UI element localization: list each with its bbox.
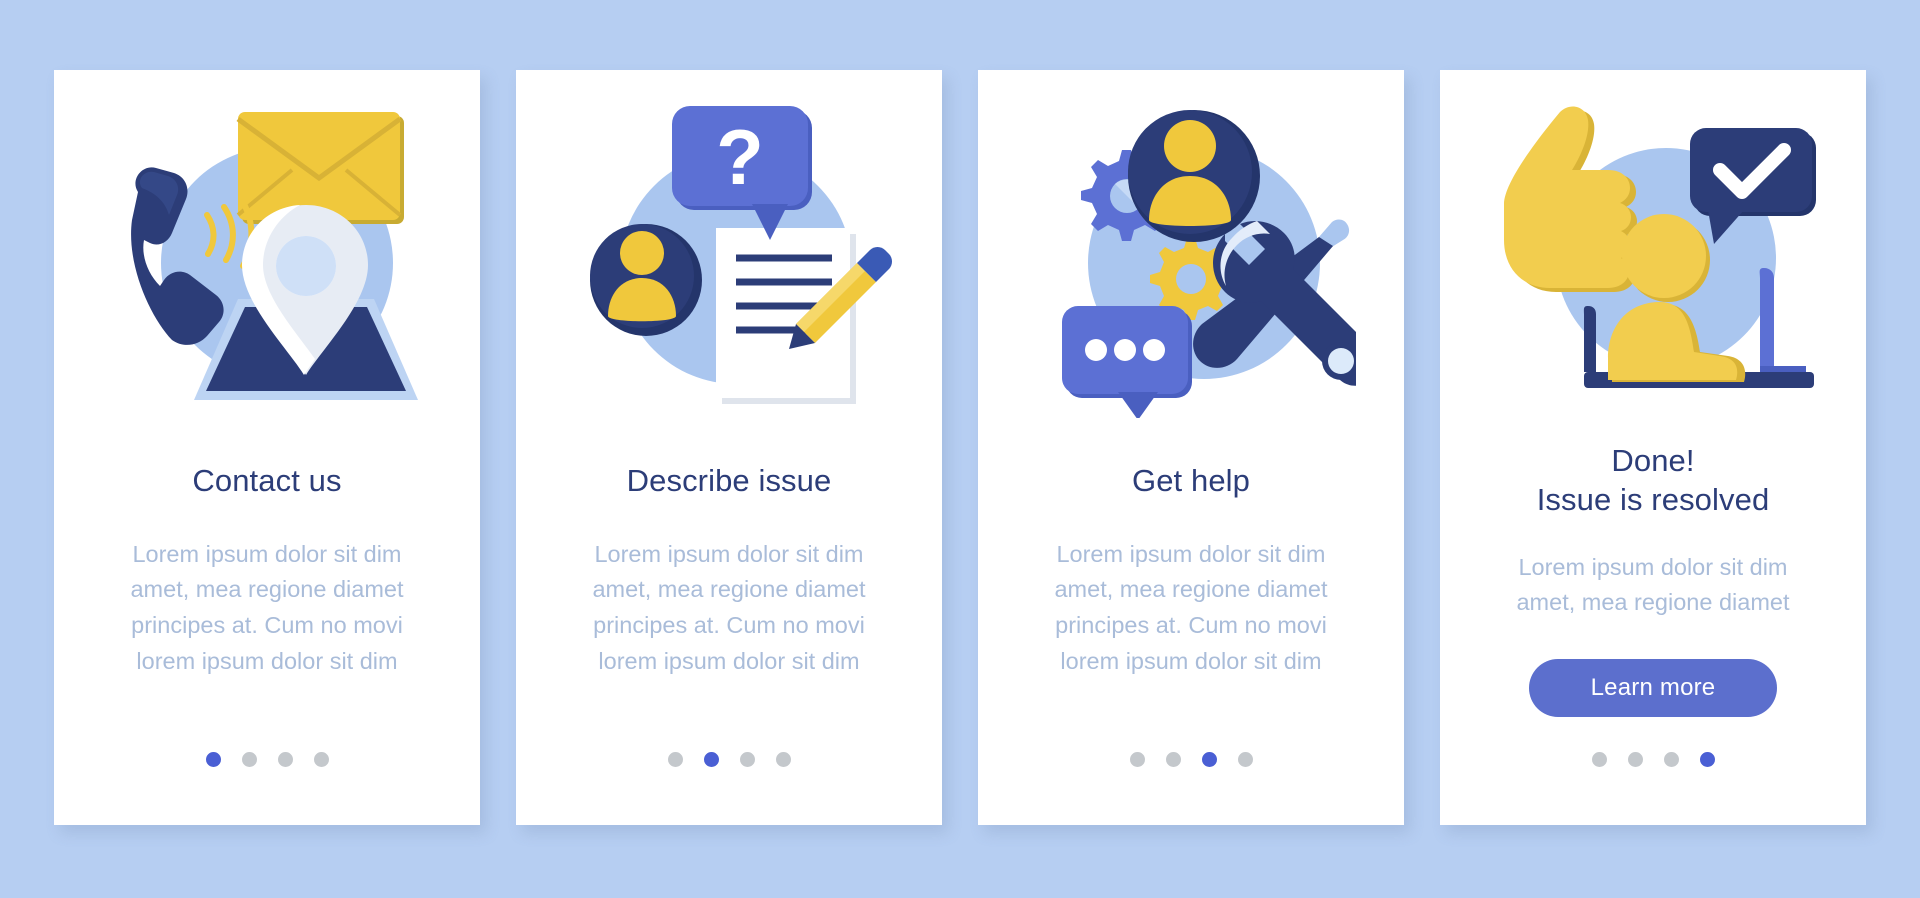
pagination-dot-1[interactable] xyxy=(667,752,683,767)
card-title: Done! Issue is resolved xyxy=(1537,442,1770,520)
pagination-dot-4[interactable] xyxy=(313,752,329,767)
question-avatar-document-illustration: ? xyxy=(564,88,894,418)
onboarding-card-get-help[interactable]: Get help Lorem ipsum dolor sit dim amet,… xyxy=(978,70,1404,825)
onboarding-screens-row: Contact us Lorem ipsum dolor sit dim ame… xyxy=(0,0,1920,825)
card-title-line2: Issue is resolved xyxy=(1536,481,1770,517)
pagination-dot-2[interactable] xyxy=(1627,752,1643,767)
card-title: Contact us xyxy=(192,462,341,501)
pagination-dots[interactable] xyxy=(1440,752,1866,767)
pagination-dot-3[interactable] xyxy=(277,752,293,767)
pagination-dot-1[interactable] xyxy=(1591,752,1607,767)
pagination-dot-3[interactable] xyxy=(739,752,755,767)
card-title-line1: Done! xyxy=(1611,443,1695,478)
pagination-dots[interactable] xyxy=(54,752,480,767)
card-title-line1: Describe issue xyxy=(626,463,832,498)
user-avatar-icon xyxy=(1128,110,1260,242)
pagination-dot-4[interactable] xyxy=(1699,752,1715,767)
pagination-dot-1[interactable] xyxy=(1129,752,1145,767)
pagination-dot-2[interactable] xyxy=(1165,752,1181,767)
onboarding-card-describe-issue[interactable]: ? Describe issue Lorem ipsum dolor sit d… xyxy=(516,70,942,825)
onboarding-card-contact-us[interactable]: Contact us Lorem ipsum dolor sit dim ame… xyxy=(54,70,480,825)
pagination-dot-2[interactable] xyxy=(241,752,257,767)
pagination-dot-4[interactable] xyxy=(775,752,791,767)
pagination-dots[interactable] xyxy=(516,752,942,767)
gears-support-tools-illustration xyxy=(1026,88,1356,418)
learn-more-button[interactable]: Learn more xyxy=(1529,658,1777,717)
card-body-text: Lorem ipsum dolor sit dim amet, mea regi… xyxy=(1516,553,1790,616)
card-body-text: Lorem ipsum dolor sit dim amet, mea regi… xyxy=(130,540,404,674)
card-title: Get help xyxy=(1132,462,1250,501)
phone-envelope-location-illustration xyxy=(102,88,432,418)
thumbs-up-icon xyxy=(1504,106,1637,293)
user-avatar-icon xyxy=(590,224,702,336)
onboarding-card-issue-resolved[interactable]: Done! Issue is resolved Lorem ipsum dolo… xyxy=(1440,70,1866,825)
card-title: Describe issue xyxy=(627,462,832,501)
pagination-dot-3[interactable] xyxy=(1663,752,1679,767)
pagination-dot-4[interactable] xyxy=(1237,752,1253,767)
pagination-dots[interactable] xyxy=(978,752,1404,767)
pagination-dot-2[interactable] xyxy=(703,752,719,767)
card-body-text: Lorem ipsum dolor sit dim amet, mea regi… xyxy=(1054,540,1328,674)
pagination-dot-3[interactable] xyxy=(1201,752,1217,767)
card-body-text: Lorem ipsum dolor sit dim amet, mea regi… xyxy=(592,540,866,674)
svg-text:?: ? xyxy=(716,113,764,201)
thumbs-up-laptop-check-illustration xyxy=(1488,88,1818,418)
card-title-line1: Contact us xyxy=(192,463,342,498)
pagination-dot-1[interactable] xyxy=(205,752,221,767)
chat-bubble-icon xyxy=(1062,306,1192,418)
card-title-line1: Get help xyxy=(1132,463,1250,498)
